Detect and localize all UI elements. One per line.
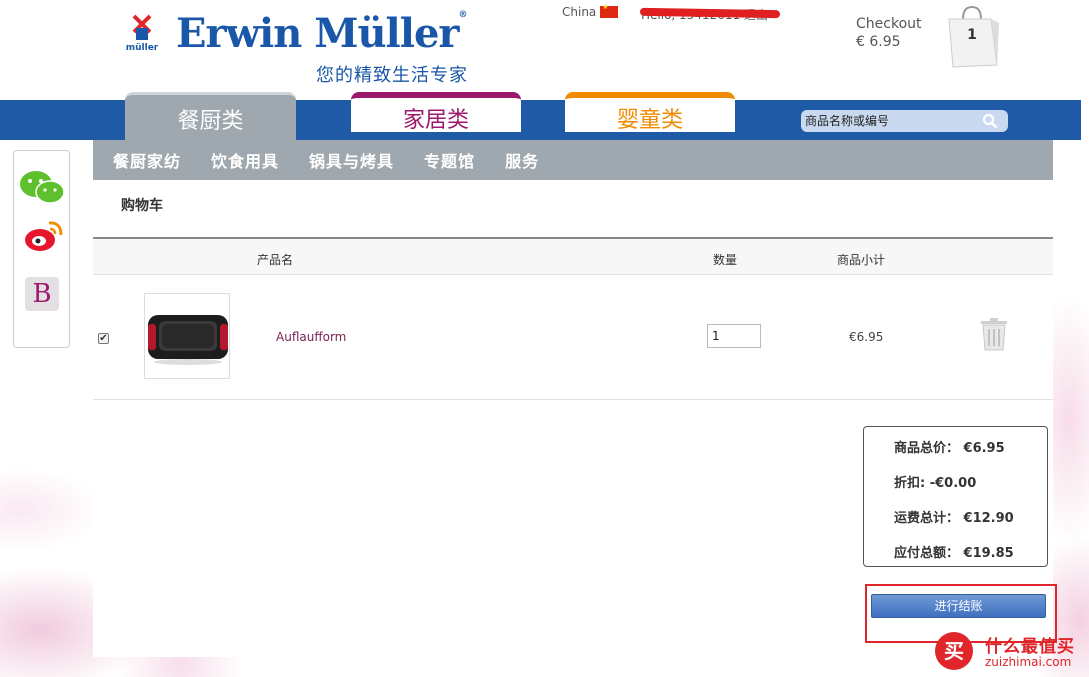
watermark-text: 什么最值买	[985, 637, 1075, 657]
site-header: müller Erwin Müller® 您的精致生活专家 China Hell…	[0, 0, 1089, 100]
summary-discount: 折扣: -€0.00	[894, 476, 977, 491]
proceed-checkout-button[interactable]: 进行结账	[871, 594, 1046, 618]
registered-mark: ®	[458, 10, 467, 20]
trash-icon[interactable]	[979, 317, 1009, 351]
weibo-icon[interactable]	[23, 217, 65, 253]
sub-nav: 餐厨家纺 饮食用具 锅具与烤具 专题馆 服务	[93, 140, 1053, 180]
sub-nav-item-service[interactable]: 服务	[505, 148, 539, 172]
baking-dish-image	[148, 315, 228, 365]
cart-panel: 购物车 产品名 数量 商品小计 ✔ Auflaufform €6.95	[93, 180, 1057, 657]
search-input[interactable]	[805, 112, 975, 130]
watermark: 买 什么最值买 zuizhimai.com	[935, 630, 1085, 674]
summary-payable: 应付总额： €19.85	[894, 546, 1014, 561]
header-cart-total: € 6.95	[856, 34, 901, 50]
order-summary-box: 商品总价： €6.95 折扣: -€0.00 运费总计： €12.90 应付总额…	[863, 426, 1048, 567]
sub-nav-item-kitchen-textiles[interactable]: 餐厨家纺	[113, 148, 181, 172]
column-header-qty: 数量	[713, 253, 738, 267]
watermark-badge: 买	[935, 632, 973, 670]
social-sidebar: B	[13, 150, 70, 348]
country-selector[interactable]: China	[562, 3, 619, 19]
search-icon[interactable]	[982, 113, 998, 129]
table-row: ✔ Auflaufform €6.95	[93, 276, 1053, 400]
cart-count-badge: 1	[967, 27, 977, 43]
summary-goods-total: 商品总价： €6.95	[894, 441, 1005, 456]
category-tab-home[interactable]: 家居类	[351, 92, 521, 133]
b-social-icon[interactable]: B	[25, 277, 59, 311]
column-header-subtotal: 商品小计	[837, 253, 886, 267]
watermark-url: zuizhimai.com	[985, 655, 1072, 669]
brand-name: Erwin Müller	[176, 10, 459, 57]
wechat-icon[interactable]	[18, 169, 66, 207]
cart-table-header: 产品名 数量 商品小计	[93, 237, 1053, 275]
shopping-bag-icon[interactable]: 1	[943, 5, 1001, 69]
page-title: 购物车	[121, 198, 163, 214]
item-subtotal: €6.95	[849, 330, 884, 344]
category-tab-baby[interactable]: 婴童类	[565, 92, 735, 133]
search-box	[801, 110, 1008, 132]
country-label: China	[562, 5, 597, 19]
checkout-link[interactable]: Checkout	[856, 16, 922, 32]
brand-tagline: 您的精致生活专家	[316, 65, 468, 86]
logo-mark-text: müller	[126, 43, 159, 52]
sub-nav-item-tableware[interactable]: 饮食用具	[211, 148, 279, 172]
sub-nav-item-themes[interactable]: 专题馆	[424, 148, 475, 172]
quantity-input[interactable]	[707, 324, 761, 348]
category-tab-kitchen[interactable]: 餐厨类	[125, 92, 296, 141]
summary-shipping: 运费总计： €12.90	[894, 511, 1014, 526]
column-header-name: 产品名	[257, 253, 294, 267]
windmill-logo-icon[interactable]: müller	[122, 14, 162, 52]
sub-nav-item-cookware[interactable]: 锅具与烤具	[309, 148, 394, 172]
product-thumbnail[interactable]	[144, 293, 230, 379]
china-flag-icon	[600, 3, 619, 18]
product-name-link[interactable]: Auflaufform	[276, 330, 346, 344]
brand-logo[interactable]: Erwin Müller®	[176, 10, 467, 57]
item-checkbox[interactable]: ✔	[98, 333, 109, 344]
